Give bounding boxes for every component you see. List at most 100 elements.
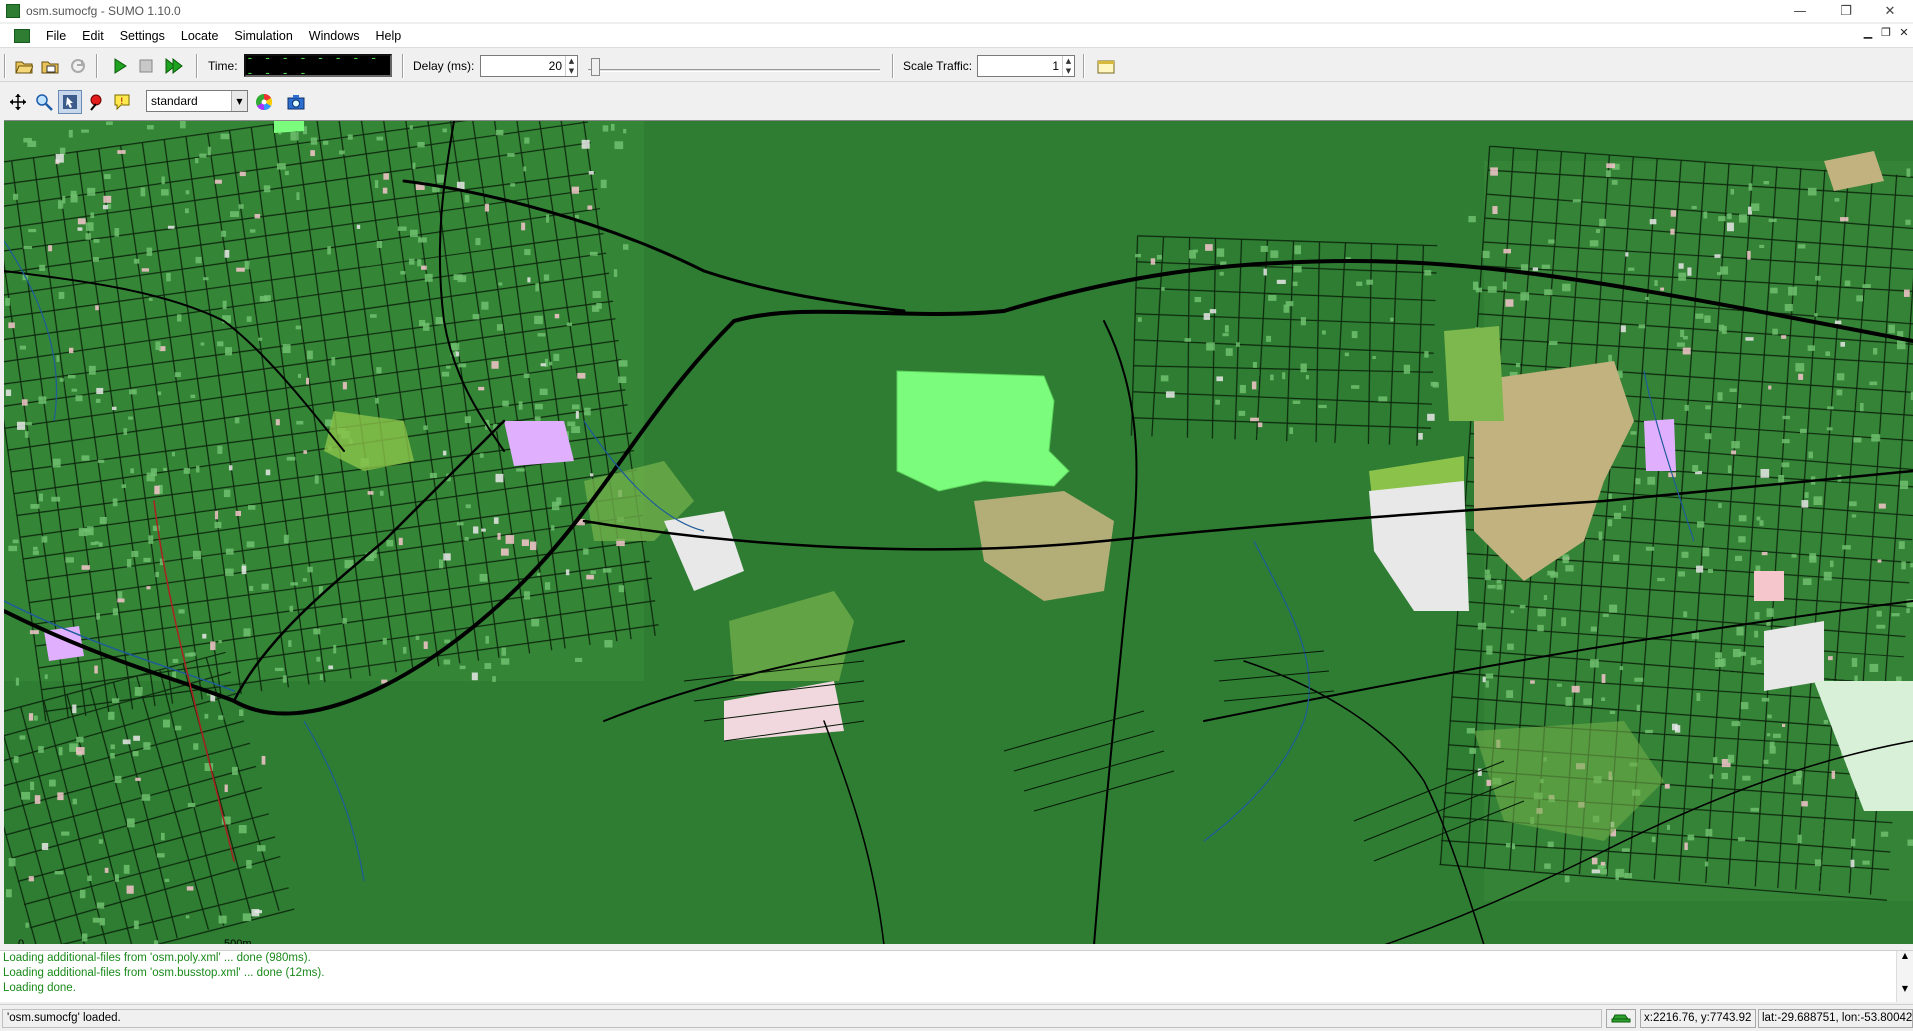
building bbox=[207, 146, 212, 156]
mdi-minimize-button[interactable]: ▁ bbox=[1859, 26, 1877, 39]
building bbox=[134, 686, 143, 696]
building bbox=[178, 609, 185, 614]
delay-value[interactable]: 20 bbox=[481, 59, 565, 73]
building bbox=[246, 316, 252, 322]
mdi-window-icon[interactable] bbox=[14, 28, 30, 43]
select-mode-icon[interactable] bbox=[58, 90, 82, 114]
zoom-icon[interactable] bbox=[32, 90, 56, 114]
building bbox=[1825, 351, 1830, 356]
building bbox=[218, 639, 222, 644]
color-scheme-select[interactable]: standard ▼ bbox=[146, 90, 248, 112]
building bbox=[1768, 385, 1772, 390]
building bbox=[1282, 372, 1286, 380]
chevron-down-icon[interactable]: ▼ bbox=[231, 91, 247, 111]
building bbox=[1378, 396, 1388, 402]
scroll-down-icon[interactable]: ▼ bbox=[1897, 984, 1913, 993]
building bbox=[30, 781, 35, 791]
slider-thumb[interactable] bbox=[590, 58, 600, 76]
building bbox=[1537, 624, 1544, 632]
edit-chosen-icon[interactable] bbox=[1094, 54, 1118, 78]
menu-locate[interactable]: Locate bbox=[173, 29, 227, 43]
building bbox=[234, 417, 240, 424]
building bbox=[129, 389, 137, 395]
scroll-up-icon[interactable]: ▲ bbox=[1897, 951, 1913, 960]
road-network-map[interactable] bbox=[4, 121, 1913, 944]
toolbar-separator bbox=[1083, 54, 1085, 78]
maximize-button[interactable]: ❐ bbox=[1823, 0, 1869, 22]
tooltip-icon[interactable]: ! bbox=[110, 90, 134, 114]
scale-traffic-spinner[interactable]: 1 ▲ ▼ bbox=[977, 55, 1075, 77]
building bbox=[534, 315, 543, 325]
building bbox=[1718, 324, 1725, 332]
status-message: 'osm.sumocfg' loaded. bbox=[2, 1009, 1602, 1028]
building bbox=[217, 445, 223, 454]
building bbox=[1720, 266, 1729, 275]
building bbox=[303, 450, 307, 454]
building bbox=[160, 832, 165, 841]
locate-junction-icon[interactable] bbox=[84, 90, 108, 114]
building bbox=[531, 618, 540, 627]
building bbox=[1760, 468, 1770, 478]
run-icon[interactable] bbox=[108, 54, 132, 78]
color-wheel-icon[interactable] bbox=[252, 90, 276, 114]
log-scrollbar[interactable]: ▲ ▼ bbox=[1896, 951, 1913, 1002]
stop-icon[interactable] bbox=[134, 54, 158, 78]
scale-traffic-value[interactable]: 1 bbox=[978, 59, 1062, 73]
building bbox=[589, 251, 598, 256]
building bbox=[383, 173, 389, 180]
delay-spinner[interactable]: 20 ▲ ▼ bbox=[480, 55, 578, 77]
open-folder-icon[interactable] bbox=[12, 54, 36, 78]
building bbox=[1215, 399, 1220, 405]
building bbox=[28, 876, 34, 882]
building bbox=[1627, 267, 1635, 271]
reload-config-icon[interactable] bbox=[38, 54, 62, 78]
menu-settings[interactable]: Settings bbox=[112, 29, 173, 43]
menu-file[interactable]: File bbox=[38, 29, 74, 43]
toolbar-separator bbox=[402, 54, 404, 78]
reload-icon[interactable] bbox=[66, 54, 90, 78]
building bbox=[1876, 610, 1882, 617]
building bbox=[13, 193, 19, 200]
building bbox=[1705, 405, 1711, 410]
delay-slider[interactable] bbox=[584, 56, 884, 76]
message-log-panel[interactable]: Loading additional-files from 'osm.poly.… bbox=[0, 950, 1913, 1002]
menu-help[interactable]: Help bbox=[368, 29, 410, 43]
map-view-canvas[interactable]: 0 500m bbox=[4, 120, 1913, 944]
minimize-button[interactable]: — bbox=[1777, 0, 1823, 22]
building bbox=[1602, 613, 1609, 617]
mdi-close-button[interactable]: ✕ bbox=[1895, 26, 1913, 39]
scale-start-label: 0 bbox=[18, 938, 25, 944]
car-status-icon[interactable] bbox=[1606, 1009, 1636, 1028]
building bbox=[1745, 337, 1754, 341]
building bbox=[1263, 268, 1267, 276]
building bbox=[1738, 536, 1746, 543]
step-icon[interactable] bbox=[162, 54, 186, 78]
recenter-view-icon[interactable] bbox=[6, 90, 30, 114]
building bbox=[184, 208, 189, 214]
spinner-arrows-icon[interactable]: ▲ ▼ bbox=[565, 56, 577, 76]
building bbox=[25, 422, 32, 426]
menu-simulation[interactable]: Simulation bbox=[226, 29, 300, 43]
menu-edit[interactable]: Edit bbox=[74, 29, 112, 43]
building bbox=[58, 291, 65, 299]
mdi-restore-button[interactable]: ❐ bbox=[1877, 26, 1895, 39]
building bbox=[379, 490, 384, 496]
building bbox=[27, 140, 37, 147]
building bbox=[1756, 660, 1762, 664]
building bbox=[199, 153, 207, 158]
building bbox=[148, 297, 153, 301]
close-button[interactable]: ✕ bbox=[1867, 0, 1913, 22]
building bbox=[481, 301, 489, 310]
building bbox=[1583, 698, 1592, 705]
building bbox=[32, 550, 39, 555]
menu-windows[interactable]: Windows bbox=[301, 29, 368, 43]
building bbox=[96, 613, 100, 620]
building bbox=[1678, 571, 1685, 577]
building bbox=[1268, 295, 1277, 301]
building bbox=[1740, 702, 1749, 710]
screenshot-camera-icon[interactable] bbox=[284, 90, 308, 114]
building bbox=[242, 913, 252, 922]
building bbox=[143, 557, 151, 563]
spinner-arrows-icon[interactable]: ▲ ▼ bbox=[1062, 56, 1074, 76]
building bbox=[496, 324, 503, 331]
